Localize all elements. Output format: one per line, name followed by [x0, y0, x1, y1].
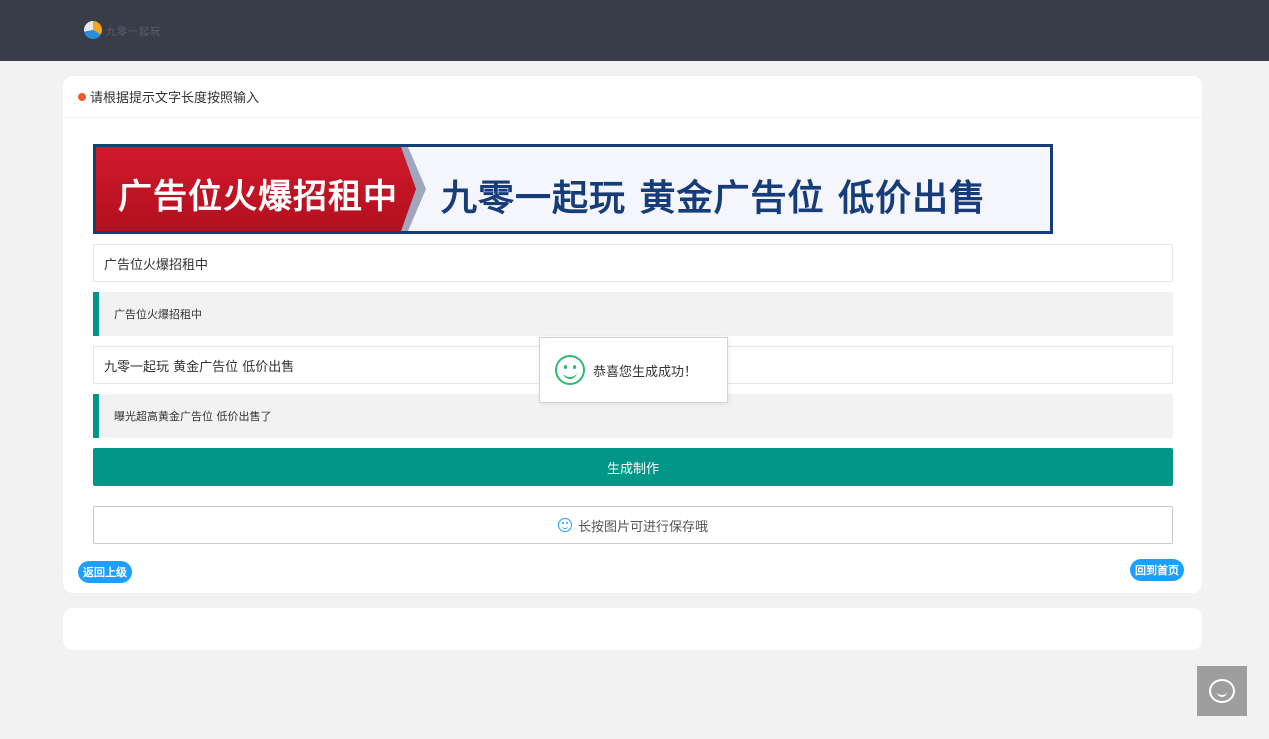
secondary-card: [63, 608, 1202, 650]
banner-image[interactable]: 广告位火爆招租中 九零一起玩 黄金广告位 低价出售: [93, 144, 1053, 234]
banner-left-text: 广告位火爆招租中: [118, 177, 398, 217]
save-hint-button[interactable]: 长按图片可进行保存哦: [93, 506, 1173, 544]
hint-1: 广告位火爆招租中: [93, 292, 1173, 336]
form-card: 请根据提示文字长度按照输入 广告位火爆招租中 九零一起玩 黄金广告位 低价出售 …: [63, 76, 1202, 593]
save-hint-label: 长按图片可进行保存哦: [577, 519, 708, 535]
smile-icon: [557, 518, 572, 532]
home-button[interactable]: 回到首页: [1130, 559, 1184, 581]
top-bar: 九零一起玩: [0, 0, 1269, 61]
toast-message: 恭喜您生成成功！: [593, 364, 698, 380]
logo[interactable]: 九零一起玩: [84, 20, 161, 40]
chat-icon: [1209, 679, 1235, 703]
logo-icon: [84, 21, 102, 39]
hint-2-text: 曝光超高黄金广告位 低价出售了: [114, 410, 272, 423]
back-button[interactable]: 返回上级: [78, 561, 132, 583]
text-input-1[interactable]: [93, 244, 1173, 282]
smile-icon: [555, 355, 585, 385]
generate-button[interactable]: 生成制作: [93, 448, 1173, 486]
chat-button[interactable]: [1197, 666, 1247, 716]
hint-1-text: 广告位火爆招租中: [114, 308, 202, 321]
card-title: 请根据提示文字长度按照输入: [90, 91, 260, 106]
success-toast: 恭喜您生成成功！: [539, 337, 728, 403]
bullet-dot-icon: [78, 92, 86, 101]
card-header: 请根据提示文字长度按照输入: [63, 76, 1202, 118]
logo-text: 九零一起玩: [106, 26, 161, 38]
banner-right-text: 九零一起玩 黄金广告位 低价出售: [441, 178, 987, 219]
